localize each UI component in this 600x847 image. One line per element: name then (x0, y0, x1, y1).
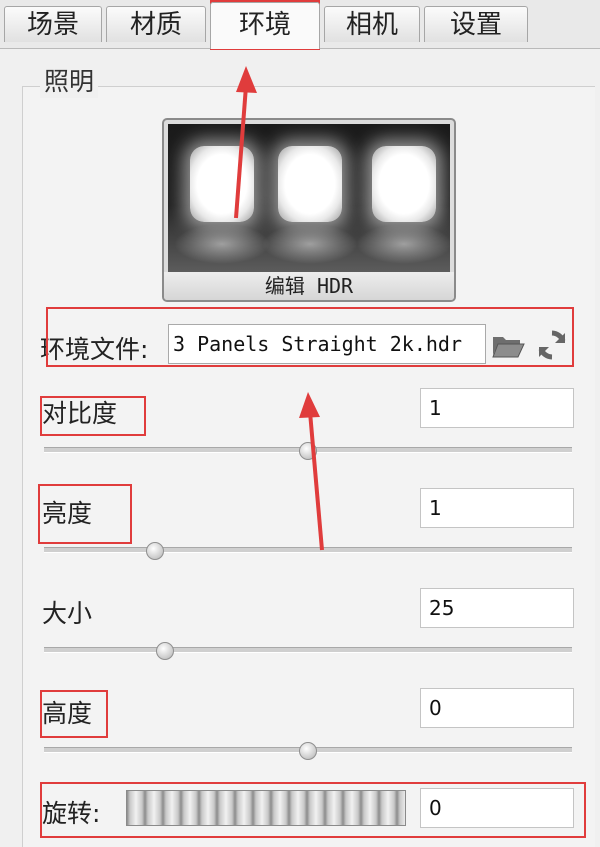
contrast-label: 对比度 (42, 399, 118, 428)
contrast-slider-thumb[interactable] (299, 442, 317, 460)
brightness-slider-thumb[interactable] (145, 542, 164, 560)
brightness-input[interactable]: 1 (420, 488, 574, 528)
brightness-label: 亮度 (42, 499, 93, 528)
size-input[interactable]: 25 (420, 588, 574, 628)
tab-environment[interactable]: 环境 (210, 2, 320, 49)
brightness-slider-track[interactable] (44, 547, 572, 553)
lighting-group-title: 照明 (40, 62, 99, 98)
tab-bar: 场景 材质 环境 相机 设置 (0, 0, 600, 49)
edit-hdr-button[interactable]: 编辑 HDR (162, 118, 456, 302)
env-file-field[interactable]: 3 Panels Straight 2k.hdr (168, 324, 486, 364)
tab-scene[interactable]: 场景 (4, 6, 102, 42)
rotation-input[interactable]: 0 (420, 788, 574, 828)
height-slider-thumb[interactable] (299, 742, 317, 760)
tab-material[interactable]: 材质 (106, 6, 206, 42)
height-input[interactable]: 0 (420, 688, 574, 728)
size-label: 大小 (42, 599, 93, 628)
height-label: 高度 (42, 699, 93, 728)
tab-camera[interactable]: 相机 (324, 6, 420, 42)
size-slider-track[interactable] (44, 647, 572, 653)
rotation-dial[interactable] (126, 790, 406, 826)
hdr-preview-image (168, 124, 452, 272)
env-file-label: 环境文件: (40, 335, 149, 364)
tab-settings[interactable]: 设置 (424, 6, 528, 42)
rotation-label: 旋转: (42, 799, 101, 828)
edit-hdr-label: 编辑 HDR (164, 272, 454, 300)
refresh-icon[interactable] (534, 327, 570, 363)
contrast-input[interactable]: 1 (420, 388, 574, 428)
folder-open-icon[interactable] (490, 327, 526, 363)
